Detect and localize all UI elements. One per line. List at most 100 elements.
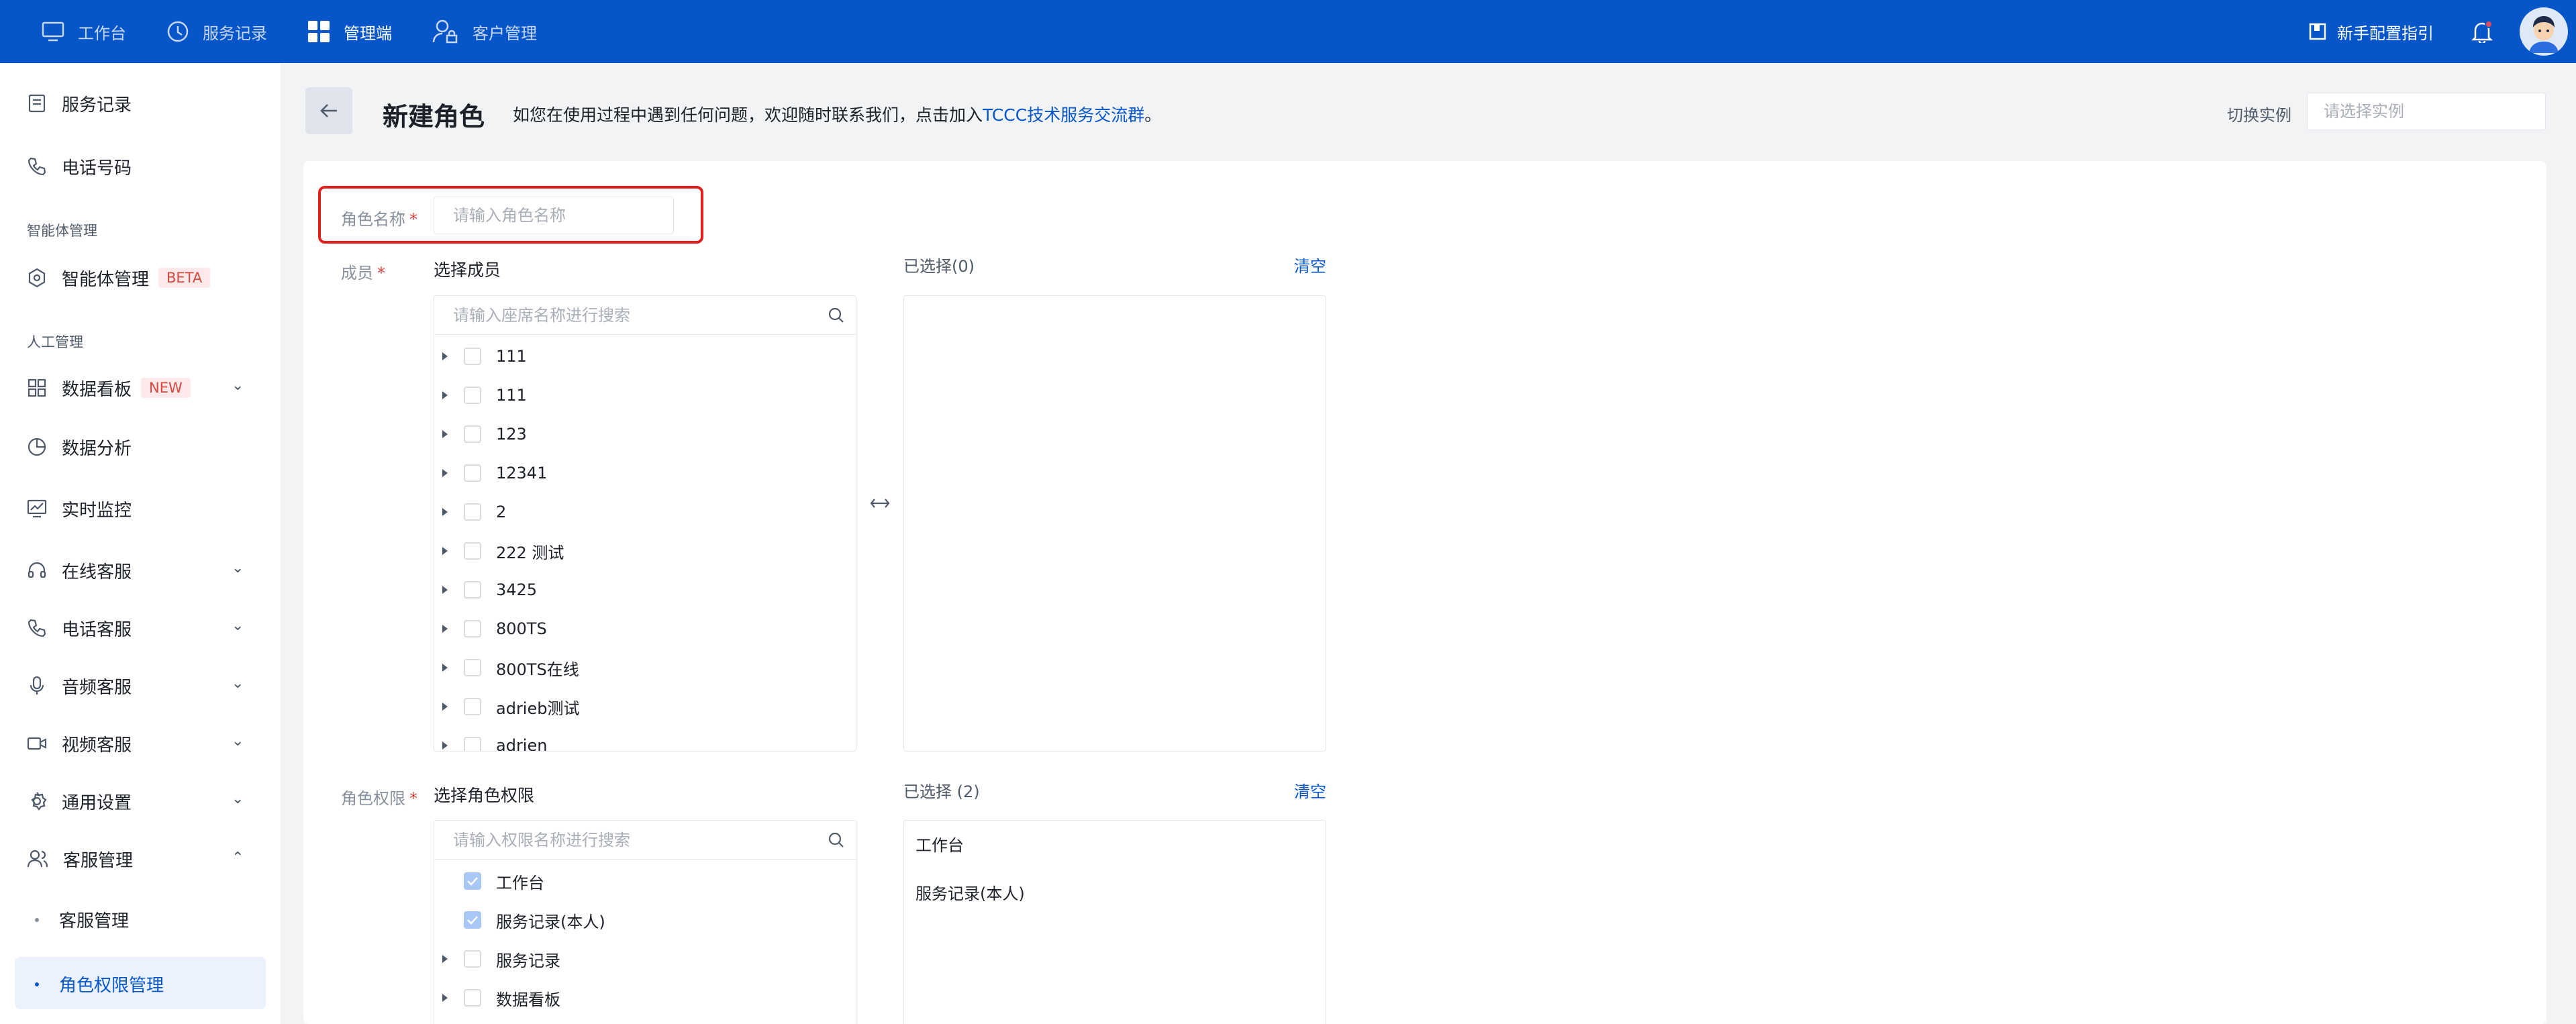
permissions-clear-button[interactable]: 清空 — [1294, 778, 1326, 802]
chevron-down-icon[interactable]: ⌄ — [232, 733, 244, 750]
caret-right-icon[interactable] — [442, 625, 448, 633]
tree-row[interactable]: 800TS在线 — [434, 654, 579, 681]
chevron-down-icon[interactable]: ⌄ — [232, 675, 244, 692]
nav-item-workbench[interactable]: 工作台 — [42, 0, 126, 63]
gear-icon — [31, 792, 47, 811]
caret-right-icon[interactable] — [442, 352, 448, 360]
checkbox[interactable] — [464, 659, 481, 676]
tree-row[interactable]: 工作台 — [434, 868, 544, 894]
arrow-left-icon — [320, 104, 337, 117]
search-icon[interactable] — [828, 831, 845, 849]
tree-row[interactable]: 数据看板 — [434, 984, 560, 1011]
caret-right-icon[interactable] — [442, 586, 448, 594]
tree-row[interactable]: 3425 — [434, 576, 537, 603]
sidebar-item-audio-service[interactable]: 音频客服 — [27, 672, 132, 699]
members-search-input[interactable] — [434, 305, 810, 325]
setup-guide-link[interactable]: 新手配置指引 — [2309, 20, 2434, 44]
sidebar-item-online-service[interactable]: 在线客服 — [27, 557, 132, 584]
chevron-down-icon[interactable]: ⌄ — [232, 617, 244, 634]
role-name-input[interactable] — [434, 197, 674, 234]
search-icon[interactable] — [828, 307, 845, 324]
sidebar-subitem-agent-admin[interactable]: 客服管理 — [35, 907, 129, 932]
check-icon — [467, 916, 478, 925]
checkbox[interactable] — [464, 387, 481, 404]
sidebar-item-agent-management[interactable]: 智能体管理 BETA — [27, 264, 211, 291]
chevron-down-icon[interactable]: ⌄ — [232, 790, 244, 807]
checkbox[interactable] — [464, 581, 481, 599]
tree-row[interactable]: adrieb测试 — [434, 693, 579, 720]
caret-right-icon[interactable] — [442, 508, 448, 516]
chevron-down-icon[interactable]: ⌄ — [232, 560, 244, 576]
sidebar-item-label: 电话客服 — [62, 619, 132, 640]
chevron-up-icon[interactable]: ⌃ — [232, 850, 244, 866]
caret-right-icon[interactable] — [442, 547, 448, 555]
checkbox[interactable] — [464, 542, 481, 560]
tree-row[interactable]: 服务记录(本人) — [434, 907, 605, 933]
tech-group-link[interactable]: TCCC技术服务交流群 — [983, 105, 1144, 125]
tree-row[interactable]: 111 — [434, 343, 527, 370]
checkbox[interactable] — [464, 503, 481, 521]
back-button[interactable] — [305, 87, 352, 134]
tree-row[interactable]: 800TS — [434, 615, 547, 642]
tree-row[interactable]: 12341 — [434, 460, 547, 487]
permissions-label: 角色权限 * — [341, 785, 417, 809]
chevron-down-icon[interactable]: ⌄ — [232, 377, 244, 394]
switch-instance-label: 切换实例 — [2227, 106, 2291, 125]
checkbox-checked[interactable] — [464, 872, 481, 890]
sidebar-item-video-service[interactable]: 视频客服 — [27, 730, 132, 757]
role-name-label: 角色名称 * — [341, 206, 417, 229]
sidebar-item-general-settings[interactable]: 通用设置 — [27, 788, 132, 815]
avatar[interactable] — [2520, 7, 2568, 56]
sidebar-item-data-analysis[interactable]: 数据分析 — [27, 433, 132, 460]
nav-item-service-records[interactable]: 服务记录 — [166, 0, 267, 63]
checkbox[interactable] — [464, 950, 481, 968]
required-mark: * — [377, 264, 385, 283]
caret-right-icon[interactable] — [442, 469, 448, 477]
document-icon — [28, 94, 46, 113]
sidebar-group-manual: 人工管理 — [27, 334, 83, 350]
checkbox[interactable] — [464, 348, 481, 365]
tree-row[interactable]: 111 — [434, 382, 527, 409]
checkbox[interactable] — [464, 464, 481, 482]
chosen-permission-item: 工作台 — [915, 836, 964, 855]
caret-right-icon[interactable] — [442, 955, 448, 963]
members-clear-button[interactable]: 清空 — [1294, 253, 1326, 276]
checkbox[interactable] — [464, 620, 481, 637]
nav-item-customer[interactable]: 客户管理 — [432, 0, 537, 63]
tree-row-label: 111 — [496, 386, 527, 405]
caret-right-icon[interactable] — [442, 703, 448, 711]
caret-right-icon[interactable] — [442, 994, 448, 1002]
sidebar-item-agent-admin[interactable]: 客服管理 — [27, 846, 133, 872]
members-chosen-title: 已选择(0) — [903, 257, 975, 276]
sidebar-item-label: 实时监控 — [62, 500, 132, 521]
monitor-chart-icon — [27, 499, 47, 518]
sidebar-subitem-role-permissions[interactable]: 角色权限管理 — [35, 972, 164, 996]
tree-row[interactable]: 2 — [434, 499, 506, 525]
sidebar-item-service-records[interactable]: 服务记录 — [27, 90, 132, 117]
grid-icon — [308, 21, 330, 42]
tree-row[interactable]: 服务记录 — [434, 945, 560, 972]
notification-bell[interactable] — [2471, 20, 2493, 43]
caret-right-icon[interactable] — [442, 741, 448, 750]
caret-right-icon[interactable] — [442, 430, 448, 438]
checkbox[interactable] — [464, 425, 481, 443]
checkbox[interactable] — [464, 737, 481, 751]
checkbox-checked[interactable] — [464, 911, 481, 929]
phone-icon — [28, 157, 46, 176]
sidebar-item-dashboard[interactable]: 数据看板 NEW — [27, 374, 191, 401]
beta-badge: BETA — [158, 268, 211, 288]
sidebar-item-phone-service[interactable]: 电话客服 — [27, 615, 132, 642]
checkbox[interactable] — [464, 698, 481, 715]
permissions-search-input[interactable] — [434, 830, 810, 850]
new-badge: NEW — [141, 378, 191, 398]
nav-item-admin[interactable]: 管理端 — [307, 0, 392, 63]
tree-row[interactable]: 123 — [434, 421, 527, 448]
tree-row[interactable]: 222 测试 — [434, 537, 564, 564]
sidebar-item-phone-numbers[interactable]: 电话号码 — [27, 153, 132, 180]
tree-row[interactable]: adrien — [434, 732, 547, 751]
sidebar-item-realtime-monitor[interactable]: 实时监控 — [27, 495, 132, 522]
checkbox[interactable] — [464, 989, 481, 1007]
caret-right-icon[interactable] — [442, 664, 448, 672]
instance-select[interactable] — [2307, 93, 2546, 130]
caret-right-icon[interactable] — [442, 391, 448, 399]
